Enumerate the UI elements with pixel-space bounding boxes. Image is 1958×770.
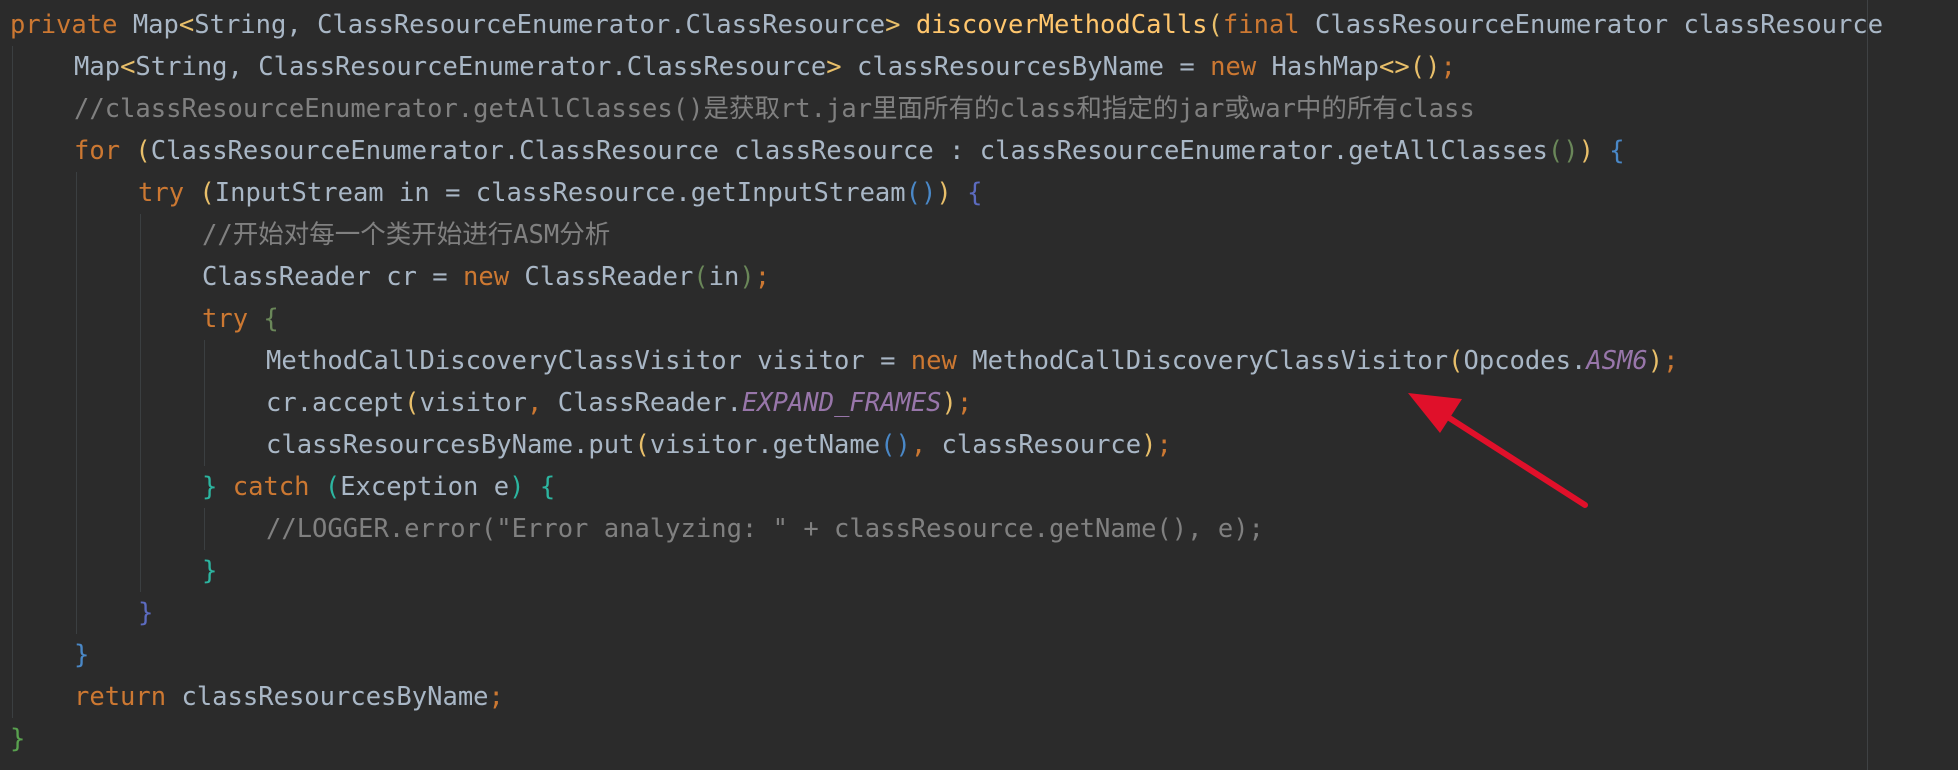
annotation-arrow-icon [1408,393,1588,508]
code-editor[interactable]: private Map<String, ClassResourceEnumera… [0,0,1958,770]
